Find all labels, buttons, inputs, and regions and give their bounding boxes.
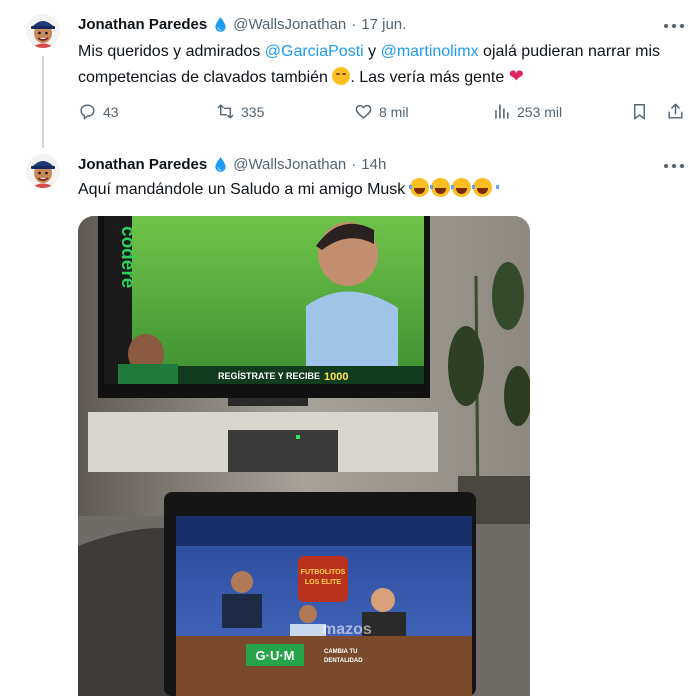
- separator-dot: ·: [351, 156, 357, 173]
- tweet-2[interactable]: Jonathan Paredes @WallsJonathan · 14h Aq…: [0, 146, 696, 696]
- tweet-1[interactable]: Jonathan Paredes @WallsJonathan · 17 jun…: [0, 0, 696, 148]
- text-segment: . Las vería más gente: [350, 69, 509, 86]
- text-segment: y: [363, 43, 381, 60]
- laughing-tears-emoji: [450, 178, 478, 197]
- sponsor-tagline-1: CAMBIA TU: [324, 649, 357, 655]
- timestamp[interactable]: 17 jun.: [361, 16, 406, 33]
- laughing-tears-emoji: [408, 178, 436, 197]
- reply-count: 43: [103, 103, 119, 120]
- retweet-button[interactable]: 335: [216, 102, 264, 121]
- views-icon: [495, 104, 509, 119]
- text-segment: Mis queridos y admirados: [78, 43, 265, 60]
- action-bar: 43 335 8 mil 253 mil: [78, 102, 688, 126]
- tv-banner-amount: 1000: [324, 371, 348, 383]
- share-button[interactable]: [666, 102, 685, 121]
- laptop-watermark: mazos: [322, 621, 372, 638]
- views-count: 253 mil: [517, 103, 563, 120]
- separator-dot: ·: [351, 16, 357, 33]
- sponsor-logo: G·U·M: [256, 648, 295, 663]
- tv-banner: REGÍSTRATE Y RECIBE: [218, 371, 320, 381]
- text-segment: Aquí mandándole un Saludo a mi amigo Mus…: [78, 181, 410, 198]
- tweet-text: Mis queridos y admirados @GarciaPosti y …: [78, 40, 678, 90]
- red-heart-emoji: ❤: [508, 66, 524, 86]
- bookmark-button[interactable]: [630, 102, 649, 121]
- retweet-count: 335: [241, 103, 265, 120]
- more-icon[interactable]: [664, 20, 684, 32]
- laughing-tears-emoji: [429, 178, 457, 197]
- share-icon: [668, 103, 683, 119]
- reply-button[interactable]: 43: [78, 102, 119, 121]
- tv-brand: codere: [117, 226, 138, 288]
- bookmark-icon: [634, 104, 645, 120]
- like-button[interactable]: 8 mil: [354, 102, 409, 121]
- laughing-tears-emoji: [471, 178, 499, 197]
- verified-badge-icon: [215, 157, 226, 172]
- avatar[interactable]: [26, 154, 60, 188]
- like-icon: [355, 104, 372, 119]
- tweet-header: Jonathan Paredes @WallsJonathan · 17 jun…: [78, 16, 406, 33]
- author-name[interactable]: Jonathan Paredes: [78, 156, 207, 173]
- avatar[interactable]: [26, 14, 60, 48]
- views-button[interactable]: 253 mil: [492, 102, 562, 121]
- laptop-show-line1: FUTBOLITOS: [301, 569, 346, 576]
- photo-scene: codere REGÍSTRATE Y RECIBE 1000 FUTBOLIT…: [78, 216, 530, 696]
- relieved-face-emoji: [332, 67, 351, 85]
- retweet-icon: [217, 104, 234, 119]
- sponsor-tagline-2: DENTALIDAD: [324, 658, 363, 664]
- verified-badge-icon: [215, 17, 226, 32]
- timestamp[interactable]: 14h: [361, 156, 386, 173]
- tweet-text: Aquí mandándole un Saludo a mi amigo Mus…: [78, 178, 678, 202]
- author-handle[interactable]: @WallsJonathan: [233, 156, 346, 173]
- more-icon[interactable]: [664, 160, 684, 172]
- tweet-photo[interactable]: codere REGÍSTRATE Y RECIBE 1000 FUTBOLIT…: [78, 216, 530, 696]
- mention-link[interactable]: @GarciaPosti: [265, 43, 364, 60]
- reply-icon: [80, 104, 95, 120]
- mention-link[interactable]: @martinolimx: [381, 43, 479, 60]
- laptop-show-line2: LOS ELITE: [305, 579, 342, 586]
- like-count: 8 mil: [379, 103, 409, 120]
- author-handle[interactable]: @WallsJonathan: [233, 16, 346, 33]
- tweet-header: Jonathan Paredes @WallsJonathan · 14h: [78, 156, 386, 173]
- author-name[interactable]: Jonathan Paredes: [78, 16, 207, 33]
- thread-line: [42, 56, 44, 148]
